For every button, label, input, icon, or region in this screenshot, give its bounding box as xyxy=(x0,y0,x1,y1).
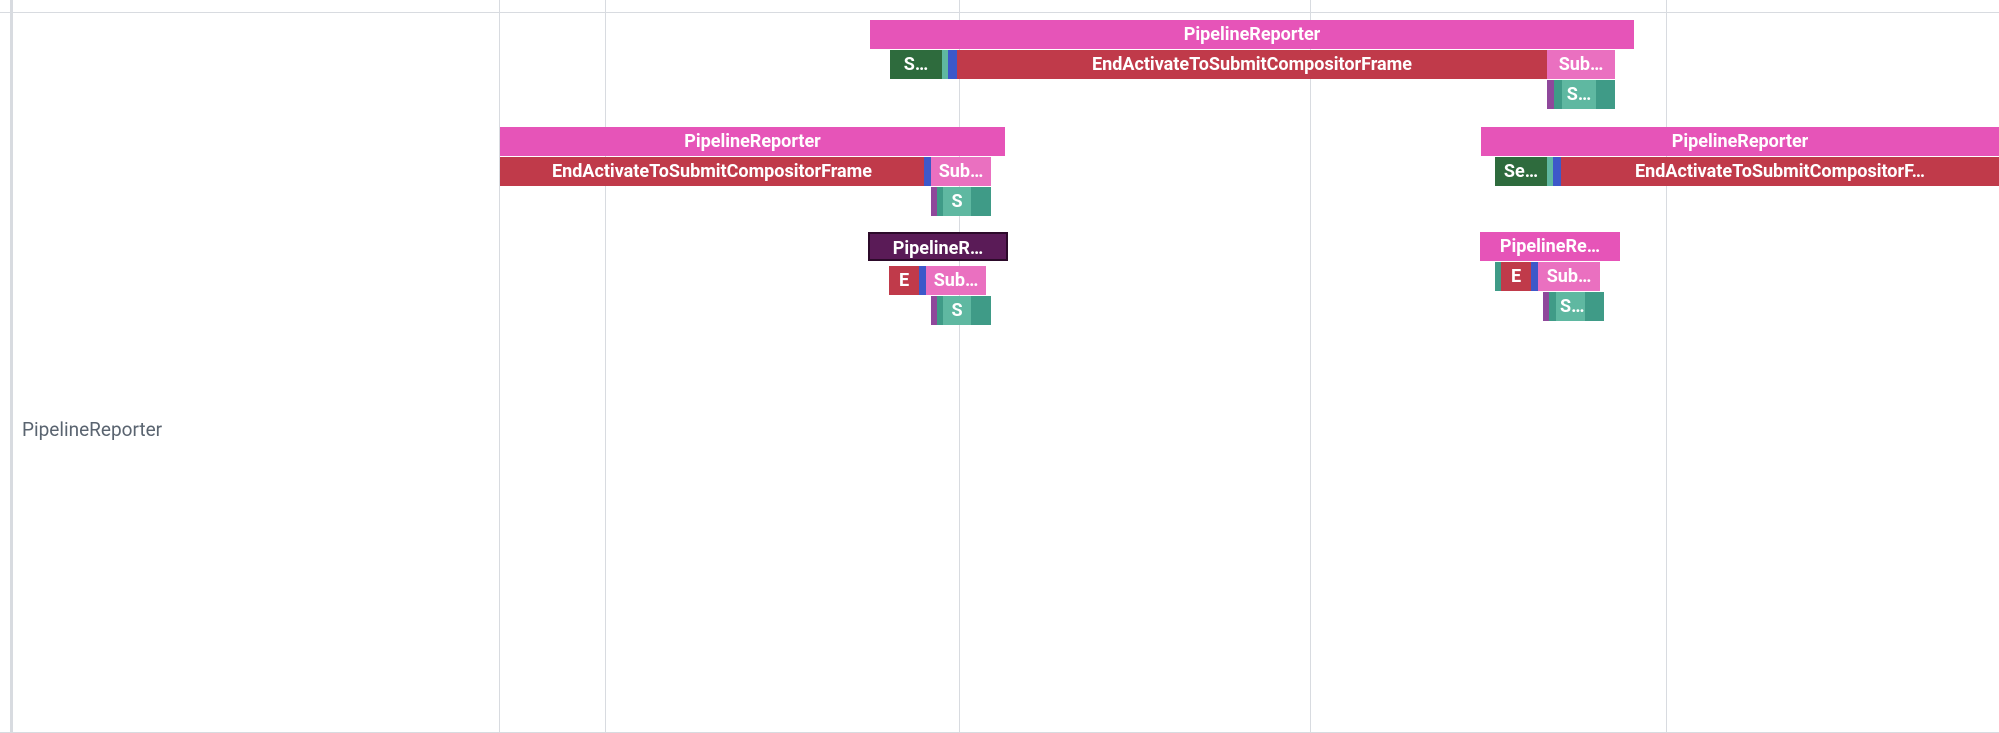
slice-tiny[interactable] xyxy=(1585,292,1604,321)
slice-send-begin-frame[interactable]: Se… xyxy=(1495,157,1547,186)
slice-pipelinereporter-selected[interactable]: PipelineR… xyxy=(868,232,1008,261)
slice-submit-inner[interactable]: S… xyxy=(1556,292,1585,321)
slice-end-activate[interactable]: EndActivateToSubmitCompositorFrame xyxy=(500,157,924,186)
slice-submit-inner[interactable]: S xyxy=(943,187,971,216)
slice-pipelinereporter[interactable]: PipelineRe… xyxy=(1480,232,1620,261)
slice-pipelinereporter[interactable]: PipelineReporter xyxy=(1481,127,1999,156)
slice-submit[interactable]: Sub… xyxy=(926,266,986,295)
slice-submit[interactable]: Sub… xyxy=(1538,262,1600,291)
slice-pipelinereporter[interactable]: PipelineReporter xyxy=(500,127,1005,156)
track-name-label: PipelineReporter xyxy=(22,418,162,441)
slice-end-activate[interactable]: EndActivateToSubmitCompositorF… xyxy=(1561,157,1999,186)
slice-tiny[interactable] xyxy=(948,50,957,79)
slice-submit-inner[interactable]: S xyxy=(943,296,971,325)
slice-tiny[interactable] xyxy=(971,296,991,325)
slice-tiny[interactable] xyxy=(1554,80,1562,109)
slice-tiny[interactable] xyxy=(1596,80,1615,109)
slice-tiny[interactable] xyxy=(971,187,991,216)
slice-end-activate[interactable]: E xyxy=(1501,262,1531,291)
slice-submit[interactable]: Sub… xyxy=(931,157,991,186)
timeline-grid xyxy=(0,0,1999,733)
track-left-border xyxy=(10,0,13,733)
slice-submit-inner[interactable]: S… xyxy=(1562,80,1596,109)
slice-send-begin-frame[interactable]: S… xyxy=(890,50,942,79)
trace-viewport[interactable]: PipelineReporter PipelineReporterS…EndAc… xyxy=(0,0,1999,733)
slice-end-activate[interactable]: E xyxy=(889,266,919,295)
slice-end-activate[interactable]: EndActivateToSubmitCompositorFrame xyxy=(957,50,1547,79)
slice-submit[interactable]: Sub… xyxy=(1547,50,1615,79)
slice-tiny[interactable] xyxy=(1553,157,1561,186)
slice-pipelinereporter[interactable]: PipelineReporter xyxy=(870,20,1634,49)
